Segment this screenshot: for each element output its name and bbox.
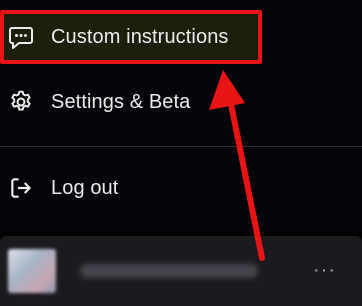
user-profile-button[interactable]: ··· bbox=[0, 236, 362, 306]
gear-icon bbox=[8, 89, 34, 115]
menu-divider bbox=[0, 146, 362, 147]
more-options-icon[interactable]: ··· bbox=[313, 260, 336, 280]
custom-instructions-label: Custom instructions bbox=[51, 25, 229, 48]
settings-beta-label: Settings & Beta bbox=[51, 90, 191, 113]
settings-beta-menu-item[interactable]: Settings & Beta bbox=[0, 74, 340, 130]
account-menu: Custom instructions Settings & Beta Log … bbox=[0, 0, 362, 232]
logout-icon bbox=[8, 175, 34, 201]
redacted-user-name bbox=[80, 264, 258, 278]
message-dots-icon bbox=[8, 24, 34, 50]
log-out-label: Log out bbox=[51, 176, 119, 199]
custom-instructions-menu-item[interactable]: Custom instructions bbox=[0, 10, 262, 64]
avatar bbox=[8, 249, 56, 293]
log-out-menu-item[interactable]: Log out bbox=[0, 160, 340, 216]
